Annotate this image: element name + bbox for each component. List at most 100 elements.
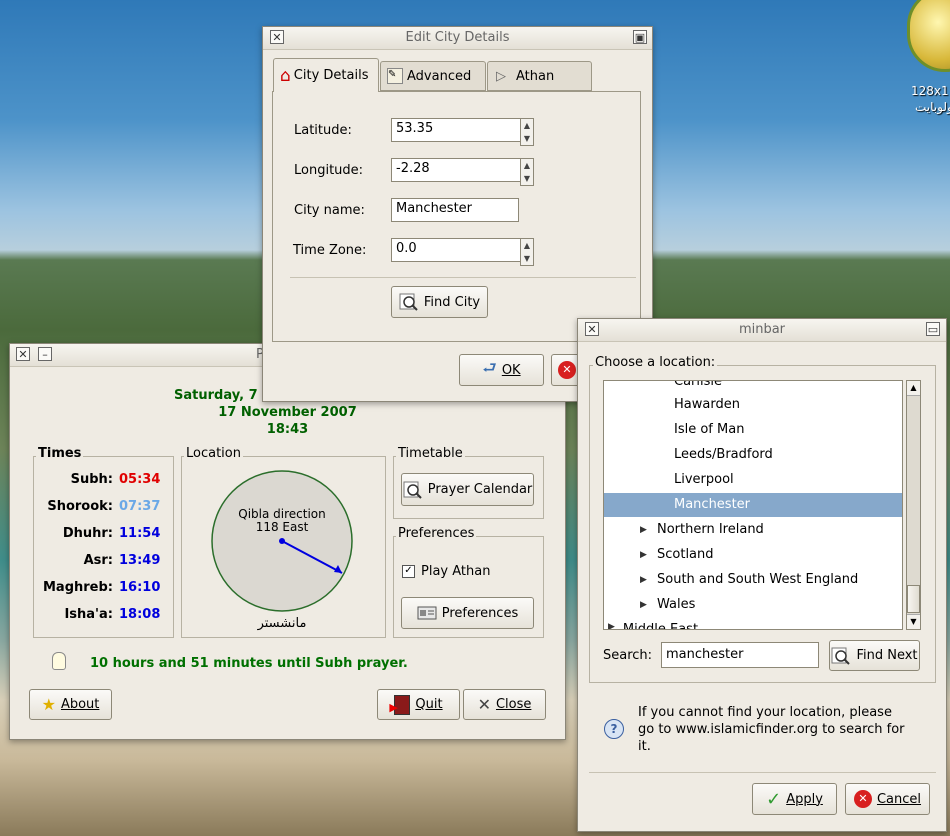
cancel-button[interactable]: ✕ Cancel xyxy=(845,783,930,815)
separator xyxy=(589,772,936,773)
spin-down-icon[interactable]: ▼ xyxy=(521,172,533,185)
tree-item-group[interactable]: ▶ Northern Ireland xyxy=(604,518,902,542)
preferences-icon xyxy=(417,606,437,620)
city-arabic-label: مانشستر xyxy=(257,616,307,631)
minbar-titlebar[interactable]: minbar xyxy=(578,319,946,342)
about-label: About xyxy=(60,697,100,712)
checkbox-checked-icon: ✓ xyxy=(402,565,415,578)
spin-up-icon[interactable]: ▲ xyxy=(521,119,533,132)
about-button[interactable]: ★ About xyxy=(29,689,112,720)
tree-item-cut[interactable]: Carlisle xyxy=(674,381,722,389)
apply-button[interactable]: ✓ Apply xyxy=(752,783,837,815)
tab-athan[interactable]: ▷ Athan xyxy=(487,61,592,91)
tree-item-label: Northern Ireland xyxy=(657,522,764,537)
longitude-label: Longitude: xyxy=(294,163,364,178)
tree-item-label: Manchester xyxy=(674,497,751,512)
play-athan-checkbox[interactable]: ✓ Play Athan xyxy=(402,564,490,579)
find-next-button[interactable]: Find Next xyxy=(829,640,920,671)
preferences-label: Preferences xyxy=(441,605,519,621)
prayer-calendar-button[interactable]: Prayer Calendar xyxy=(401,473,534,506)
close-button[interactable]: ✕ Close xyxy=(463,689,546,720)
expander-icon[interactable]: ▶ xyxy=(608,622,615,629)
tree-item-label: Hawarden xyxy=(674,397,740,412)
search-label: Search: xyxy=(603,648,653,663)
tree-item-city[interactable]: Liverpool xyxy=(604,468,902,492)
edit-city-titlebar[interactable]: Edit City Details xyxy=(263,27,652,50)
tree-item-city[interactable]: Hawarden xyxy=(604,393,902,417)
longitude-spinner[interactable]: ▲ ▼ xyxy=(520,158,534,186)
quit-label: Quit xyxy=(415,697,443,712)
latitude-field[interactable]: 53.35 xyxy=(391,118,521,142)
desktop-icon[interactable]: 128x1 ولوبايت xyxy=(905,0,950,118)
spin-up-icon[interactable]: ▲ xyxy=(521,159,533,172)
expander-icon[interactable]: ▶ xyxy=(640,543,647,567)
tree-item-cut-bottom[interactable]: ▶ Middle East xyxy=(608,622,698,629)
timetable-title: Timetable xyxy=(396,446,465,461)
choose-location-label: Choose a location: xyxy=(593,355,718,370)
tree-item-group[interactable]: ▶ Scotland xyxy=(604,543,902,567)
checkmark-icon: ✓ xyxy=(766,788,782,810)
prayer-row: Maghreb: 16:10 xyxy=(40,580,170,598)
cancel-icon: ✕ xyxy=(558,361,576,379)
spin-up-icon[interactable]: ▲ xyxy=(521,239,533,252)
scroll-down-icon[interactable]: ▼ xyxy=(907,614,920,629)
maximize-icon[interactable]: ▣ xyxy=(633,30,647,44)
prayer-time: 11:54 xyxy=(119,526,161,541)
play-athan-label: Play Athan xyxy=(421,564,491,579)
ok-button[interactable]: ⮐ OK xyxy=(459,354,544,386)
desktop-icon-label: 128x1 xyxy=(911,84,949,98)
close-icon[interactable]: ✕ xyxy=(270,30,284,44)
tab-advanced[interactable]: ✎ Advanced xyxy=(380,61,486,91)
prayer-time: 07:37 xyxy=(119,499,161,514)
qibla-label-1: Qibla direction xyxy=(238,507,326,521)
info-message: If you cannot find your location, please… xyxy=(638,705,905,754)
find-next-label: Find Next xyxy=(856,648,918,663)
prayer-name: Asr: xyxy=(83,553,113,568)
expander-icon[interactable]: ▶ xyxy=(640,518,647,542)
tree-scrollbar[interactable]: ▲ ▼ xyxy=(906,380,921,630)
location-tree[interactable]: Carlisle Hawarden Isle of Man Leeds/Bradfo… xyxy=(603,380,903,630)
close-icon[interactable]: ✕ xyxy=(585,322,599,336)
prayer-calendar-label: Prayer Calendar xyxy=(427,482,533,497)
minbar-title: minbar xyxy=(738,322,786,337)
prayer-name: Dhuhr: xyxy=(62,526,113,541)
latitude-spinner[interactable]: ▲ ▼ xyxy=(520,118,534,146)
expander-icon[interactable]: ▶ xyxy=(640,593,647,617)
spin-down-icon[interactable]: ▼ xyxy=(521,252,533,265)
city-name-label: City name: xyxy=(294,203,365,218)
ok-arrow-icon: ⮐ xyxy=(482,357,497,377)
tree-item-city[interactable]: Isle of Man xyxy=(604,418,902,442)
maximize-icon[interactable]: ▭ xyxy=(926,322,940,336)
tree-item-city[interactable]: Manchester xyxy=(604,493,902,517)
city-name-field[interactable]: Manchester xyxy=(391,198,519,222)
tree-item-group[interactable]: ▶ South and South West England xyxy=(604,568,902,592)
tab-athan-label: Athan xyxy=(516,68,555,84)
search-input[interactable]: manchester xyxy=(661,642,819,668)
find-city-button[interactable]: Find City xyxy=(391,286,488,318)
timezone-field[interactable]: 0.0 xyxy=(391,238,521,262)
preferences-button[interactable]: Preferences xyxy=(401,597,534,629)
cancel-icon: ✕ xyxy=(853,790,872,808)
ok-label: OK xyxy=(501,362,521,378)
prayer-row: Asr: 13:49 xyxy=(40,553,170,571)
longitude-field[interactable]: -2.28 xyxy=(391,158,521,182)
scroll-thumb[interactable] xyxy=(907,585,920,613)
expander-icon[interactable]: ▶ xyxy=(640,568,647,592)
tree-item-city[interactable]: Leeds/Bradford xyxy=(604,443,902,467)
timezone-spinner[interactable]: ▲ ▼ xyxy=(520,238,534,266)
scroll-up-icon[interactable]: ▲ xyxy=(907,381,920,396)
date-line-2: 17 November 2007 xyxy=(218,405,357,420)
spin-down-icon[interactable]: ▼ xyxy=(521,132,533,145)
prayer-time: 18:08 xyxy=(119,607,161,622)
close-icon[interactable]: ✕ xyxy=(16,347,30,361)
minimize-icon[interactable]: – xyxy=(38,347,52,361)
prayer-name: Maghreb: xyxy=(42,580,113,595)
tree-item-group[interactable]: ▶ Wales xyxy=(604,593,902,617)
tree-item-label: Liverpool xyxy=(674,472,734,487)
magnifier-icon xyxy=(403,481,422,499)
times-title: Times xyxy=(36,446,84,461)
prayer-time: 16:10 xyxy=(119,580,161,595)
tab-city-details[interactable]: ⌂ City Details xyxy=(273,58,379,92)
lightbulb-icon xyxy=(52,652,66,670)
quit-button[interactable]: ▶ Quit xyxy=(377,689,460,720)
